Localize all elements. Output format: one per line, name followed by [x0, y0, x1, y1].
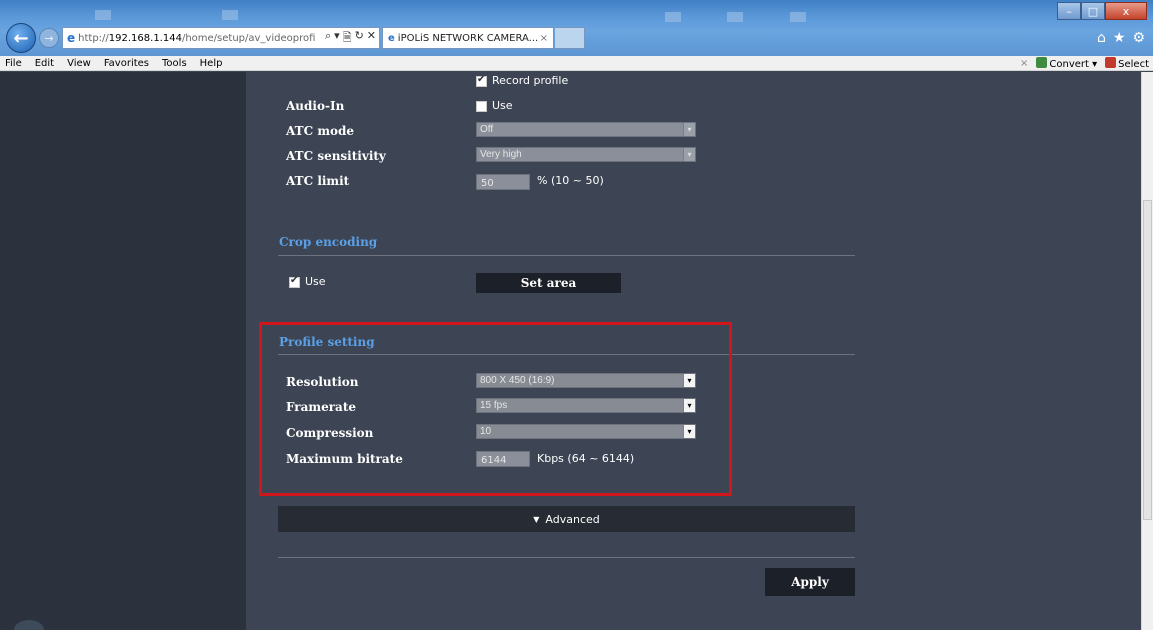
new-tab-button[interactable]: [555, 27, 585, 49]
highlight-annotation: [259, 322, 732, 496]
url-prefix: http://: [78, 32, 109, 44]
address-bar[interactable]: e http:// 192.168.1.144 /home/setup/av_v…: [62, 27, 380, 49]
menu-help[interactable]: Help: [200, 58, 223, 69]
settings-gear-icon[interactable]: ⚙: [1132, 30, 1145, 46]
maximize-button[interactable]: □: [1081, 2, 1105, 20]
advanced-toggle[interactable]: ▼ Advanced: [278, 506, 855, 532]
audio-in-label: Audio-In: [286, 99, 345, 113]
sidebar: [0, 72, 246, 630]
url-path: /home/setup/av_videoprofi: [181, 32, 316, 44]
favorites-star-icon[interactable]: ★: [1113, 30, 1126, 46]
taskbar-ghost-icon: [665, 12, 681, 22]
footer-divider: [278, 557, 855, 558]
toolbar-right: × Convert ▾ Select: [1020, 56, 1153, 70]
atc-mode-label: ATC mode: [286, 124, 355, 138]
search-icon[interactable]: ⌕: [325, 29, 331, 48]
menu-favorites[interactable]: Favorites: [104, 58, 149, 69]
select-label: Select: [1118, 58, 1149, 70]
back-button[interactable]: ←: [6, 23, 36, 53]
taskbar-ghost-icon: [95, 10, 111, 20]
select-icon: [1105, 56, 1117, 68]
apply-button[interactable]: Apply: [765, 568, 855, 596]
triangle-down-icon: ▼: [533, 514, 540, 524]
tab-title: iPOLiS NETWORK CAMERA...: [397, 32, 539, 44]
audio-in-use-checkbox[interactable]: [476, 101, 487, 112]
atc-mode-select[interactable]: Off ▾: [476, 122, 696, 137]
search-dropdown-icon[interactable]: ▾: [334, 29, 340, 48]
convert-label: Convert: [1049, 58, 1089, 70]
tab-ie-icon: e: [388, 32, 395, 44]
browser-tab[interactable]: e iPOLiS NETWORK CAMERA... ×: [382, 27, 554, 49]
taskbar-ghost-icon: [790, 12, 806, 22]
set-area-button[interactable]: Set area: [476, 273, 621, 293]
menu-bar: File Edit View Favorites Tools Help × Co…: [0, 56, 1153, 71]
atc-sensitivity-value: Very high: [480, 149, 522, 160]
menu-file[interactable]: File: [5, 58, 22, 69]
back-arrow-icon: ←: [13, 27, 29, 49]
menu-edit[interactable]: Edit: [35, 58, 54, 69]
atc-limit-range: % (10 ~ 50): [537, 174, 604, 187]
close-window-button[interactable]: x: [1105, 2, 1147, 20]
forward-button[interactable]: →: [39, 28, 59, 48]
atc-sensitivity-select[interactable]: Very high ▾: [476, 147, 696, 162]
audio-in-use-label: Use: [492, 99, 513, 112]
record-profile-checkbox[interactable]: [476, 74, 487, 87]
tab-close-icon[interactable]: ×: [540, 33, 553, 44]
browser-right-icons: ⌂ ★ ⚙: [1097, 30, 1145, 46]
window-controls: – □ x: [1057, 2, 1147, 20]
convert-icon: [1036, 56, 1048, 68]
taskbar-ghost-icon: [727, 12, 743, 22]
atc-sensitivity-label: ATC sensitivity: [286, 149, 386, 163]
ie-icon: e: [67, 31, 76, 45]
select-button[interactable]: Select: [1105, 56, 1149, 70]
chevron-down-icon: ▾: [683, 123, 695, 136]
convert-dropdown-icon[interactable]: ▾: [1092, 59, 1097, 70]
taskbar-ghost-icon: [222, 10, 238, 20]
chevron-down-icon: ▾: [683, 148, 695, 161]
url-host: 192.168.1.144: [108, 32, 182, 44]
scrollbar-thumb[interactable]: [1143, 200, 1152, 520]
crop-encoding-divider: [278, 255, 855, 256]
menu-tools[interactable]: Tools: [162, 58, 187, 69]
convert-button[interactable]: Convert ▾: [1036, 56, 1097, 70]
crop-encoding-use-label: Use: [305, 275, 326, 288]
crop-encoding-use-checkbox[interactable]: [289, 275, 300, 288]
refresh-icon[interactable]: ↻: [355, 29, 364, 48]
atc-mode-value: Off: [480, 124, 494, 135]
stop-icon[interactable]: ✕: [367, 29, 376, 48]
atc-limit-label: ATC limit: [286, 174, 350, 188]
toolbar-close-icon[interactable]: ×: [1020, 58, 1028, 69]
address-tools: ⌕ ▾ 🗎 ↻ ✕: [325, 29, 379, 48]
menu-view[interactable]: View: [67, 58, 91, 69]
atc-limit-input[interactable]: 50: [476, 174, 530, 190]
advanced-label: Advanced: [545, 512, 600, 526]
crop-encoding-title: Crop encoding: [279, 235, 378, 249]
compat-view-icon[interactable]: 🗎: [343, 29, 352, 48]
record-profile-label: Record profile: [492, 74, 569, 87]
forward-arrow-icon: →: [44, 31, 54, 45]
home-icon[interactable]: ⌂: [1097, 30, 1106, 46]
minimize-button[interactable]: –: [1057, 2, 1081, 20]
browser-titlebar: ← → e http:// 192.168.1.144 /home/setup/…: [0, 0, 1153, 56]
